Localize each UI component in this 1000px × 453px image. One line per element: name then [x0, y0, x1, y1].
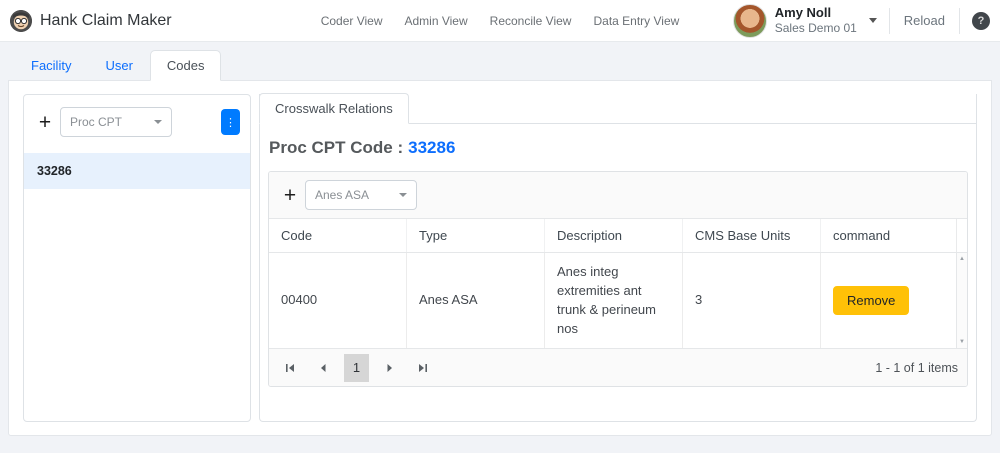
add-relation-button[interactable]: + — [279, 185, 301, 206]
code-list-toolbar: + Proc CPT ⋮ — [24, 95, 250, 147]
tabstrip-filler — [408, 94, 976, 124]
column-header-cms-base-units[interactable]: CMS Base Units — [683, 219, 821, 252]
pager-next-button[interactable] — [378, 355, 402, 381]
seek-first-icon — [286, 363, 294, 372]
nav-coder-view[interactable]: Coder View — [321, 14, 383, 28]
chevron-down-icon — [399, 193, 407, 197]
code-list-panel: + Proc CPT ⋮ 33286 — [23, 94, 251, 422]
pager-summary: 1 - 1 of 1 items — [875, 360, 958, 375]
crosswalk-heading: Proc CPT Code :33286 — [269, 138, 968, 158]
code-type-dropdown[interactable]: Proc CPT — [60, 107, 172, 137]
crosswalk-heading-label: Proc CPT Code : — [269, 138, 404, 157]
crosswalk-grid: + Anes ASA Code Type Description CMS Bas… — [268, 171, 968, 388]
app-header: Hank Claim Maker Coder View Admin View R… — [0, 0, 1000, 42]
main-area: Facility User Codes + Proc CPT ⋮ 33286 C… — [8, 50, 992, 436]
cell-cms-base-units: 3 — [683, 253, 821, 349]
more-options-button[interactable]: ⋮ — [221, 109, 240, 135]
grid-vertical-scrollbar[interactable]: ▲ ▼ — [956, 253, 967, 349]
relation-type-dropdown[interactable]: Anes ASA — [305, 180, 417, 210]
codes-tab-content: + Proc CPT ⋮ 33286 Crosswalk Relations P… — [8, 80, 992, 436]
app-title: Hank Claim Maker — [40, 11, 172, 29]
cell-type: Anes ASA — [407, 253, 545, 349]
app-logo-icon — [10, 9, 32, 32]
nav-data-entry-view[interactable]: Data Entry View — [593, 14, 679, 28]
code-list: 33286 — [24, 153, 250, 189]
remove-button[interactable]: Remove — [833, 286, 910, 316]
scroll-down-icon[interactable]: ▼ — [959, 339, 965, 345]
grid-body: 00400 Anes ASA Anes integ extremities an… — [269, 253, 967, 349]
nav-reconcile-view[interactable]: Reconcile View — [490, 14, 572, 28]
user-menu-caret-icon[interactable] — [868, 18, 877, 23]
separator — [959, 7, 960, 34]
relation-type-dropdown-value: Anes ASA — [315, 188, 370, 202]
grid-pager: 1 1 - 1 of 1 items — [269, 348, 967, 387]
crosswalk-panel: Crosswalk Relations Proc CPT Code :33286… — [259, 93, 977, 422]
tab-codes[interactable]: Codes — [149, 50, 222, 81]
cell-code: 00400 — [269, 253, 407, 349]
nav-admin-view[interactable]: Admin View — [405, 14, 468, 28]
help-icon[interactable]: ? — [972, 11, 990, 30]
chevron-down-icon — [154, 120, 162, 124]
column-header-code[interactable]: Code — [269, 219, 407, 252]
arrow-right-icon — [387, 363, 392, 372]
reload-button[interactable]: Reload — [890, 8, 959, 34]
add-code-button[interactable]: + — [34, 112, 56, 133]
cell-description: Anes integ extremities ant trunk & perin… — [545, 253, 683, 349]
top-nav: Coder View Admin View Reconcile View Dat… — [321, 14, 680, 28]
user-name: Amy Noll — [774, 4, 832, 20]
crosswalk-tabstrip: Crosswalk Relations — [259, 93, 976, 124]
grid-toolbar: + Anes ASA — [269, 172, 967, 219]
pager-prev-button[interactable] — [311, 355, 335, 381]
scroll-up-icon[interactable]: ▲ — [959, 256, 965, 262]
user-block[interactable]: Amy Noll Sales Demo 01 — [775, 5, 857, 36]
grid-header-row: Code Type Description CMS Base Units com… — [269, 219, 967, 253]
column-header-command[interactable]: command — [821, 219, 956, 252]
pager-page-1[interactable]: 1 — [344, 353, 369, 382]
more-vertical-icon: ⋮ — [225, 116, 236, 129]
pager-first-button[interactable] — [278, 355, 302, 381]
column-header-description[interactable]: Description — [545, 219, 683, 252]
header-scrollbar-spacer — [956, 219, 967, 252]
crosswalk-heading-code: 33286 — [408, 138, 456, 157]
crosswalk-body: Proc CPT Code :33286 + Anes ASA Code Typ… — [260, 124, 976, 400]
code-type-dropdown-value: Proc CPT — [70, 115, 123, 129]
header-right: Amy Noll Sales Demo 01 Reload ? — [732, 3, 990, 38]
arrow-left-icon — [321, 363, 326, 372]
cell-command: Remove — [821, 253, 956, 348]
seek-last-icon — [419, 363, 427, 372]
tab-facility[interactable]: Facility — [14, 50, 88, 81]
tab-user[interactable]: User — [88, 50, 149, 81]
pager-last-button[interactable] — [411, 355, 435, 381]
main-tabs: Facility User Codes — [8, 50, 992, 81]
tab-crosswalk-relations[interactable]: Crosswalk Relations — [259, 93, 409, 124]
code-list-item[interactable]: 33286 — [24, 153, 250, 189]
user-org: Sales Demo 01 — [774, 21, 857, 36]
user-avatar[interactable] — [732, 3, 767, 38]
page: Hank Claim Maker Coder View Admin View R… — [0, 0, 1000, 453]
table-row: 00400 Anes ASA Anes integ extremities an… — [269, 253, 956, 349]
app-brand[interactable]: Hank Claim Maker — [10, 9, 172, 32]
column-header-type[interactable]: Type — [407, 219, 545, 252]
